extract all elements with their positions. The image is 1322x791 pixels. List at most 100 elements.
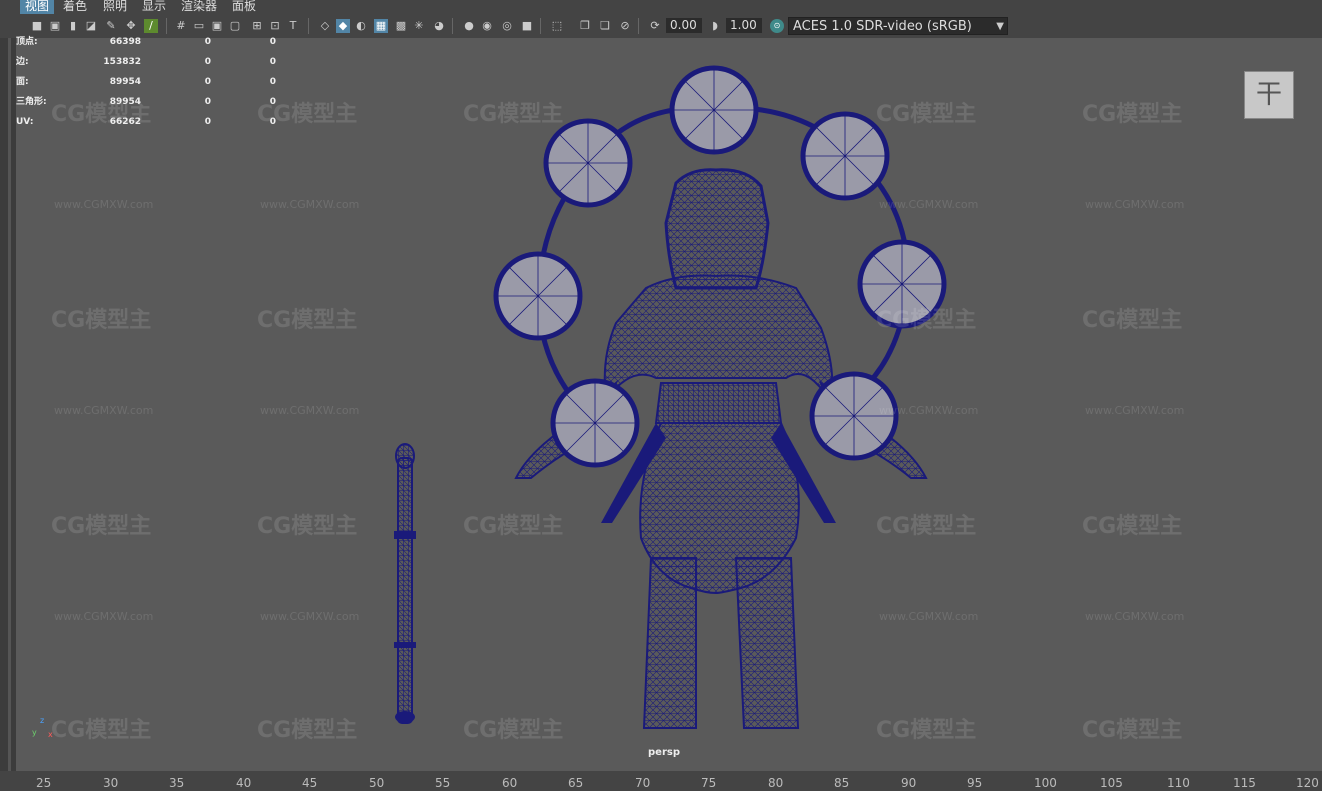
chevron-down-icon: ▼ (996, 21, 1004, 32)
ruler-tick: 120 (1296, 776, 1319, 790)
watermark-url: www.CGMXW.com (260, 198, 360, 211)
default-material-icon[interactable]: ◐ (354, 19, 368, 33)
watermark-logo: CG模型主 (876, 514, 977, 539)
xray-icon[interactable]: ▩ (394, 19, 408, 33)
wireframe-on-shaded-icon[interactable]: ▦ (374, 19, 388, 33)
axis-x-label: x (48, 730, 53, 739)
view-cube[interactable]: 干 (1244, 71, 1294, 119)
menu-view[interactable]: 视图 (20, 0, 55, 14)
watermark-logo: CG模型主 (463, 102, 564, 127)
ruler-tick: 45 (302, 776, 318, 790)
watermark-url: www.CGMXW.com (1085, 404, 1185, 417)
grid-icon[interactable]: # (174, 19, 188, 33)
ruler-tick: 65 (568, 776, 584, 790)
xray-joints-icon[interactable]: ❐ (578, 19, 592, 33)
staff-mesh (394, 443, 416, 724)
exposure-field[interactable]: 0.00 (666, 18, 702, 33)
time-slider-ruler[interactable]: 25 30 35 40 45 50 55 60 65 70 75 80 85 9… (0, 771, 1322, 791)
hud-value: 0 (269, 77, 276, 87)
menu-renderer[interactable]: 渲染器 (176, 0, 222, 14)
watermark-logo: CG模型主 (257, 514, 358, 539)
xray-active-icon[interactable]: ❏ (598, 19, 612, 33)
hud-label: 边: (16, 57, 29, 67)
hud-value: 0 (269, 37, 276, 47)
ruler-tick: 30 (103, 776, 119, 790)
ruler-tick: 90 (901, 776, 917, 790)
safe-title-icon[interactable]: T (286, 19, 300, 33)
separator (166, 18, 167, 34)
hud-value: 66398 (109, 37, 141, 47)
gamma-field[interactable]: 1.00 (726, 18, 762, 33)
ruler-tick: 80 (768, 776, 784, 790)
watermark-logo: CG模型主 (257, 718, 358, 743)
color-management-icon[interactable]: ⊙ (770, 19, 784, 33)
field-chart-icon[interactable]: ⊞ (250, 19, 264, 33)
watermark-url: www.CGMXW.com (54, 198, 154, 211)
hud-value: 0 (204, 37, 211, 47)
menu-show[interactable]: 显示 (137, 0, 171, 14)
ruler-tick: 110 (1167, 776, 1190, 790)
hud-label: UV: (16, 117, 34, 127)
menu-lighting[interactable]: 照明 (98, 0, 132, 14)
watermark-logo: CG模型主 (1082, 308, 1183, 333)
hud-value: 89954 (109, 97, 141, 107)
separator (540, 18, 541, 34)
ruler-tick: 35 (169, 776, 185, 790)
watermark-url: www.CGMXW.com (879, 610, 979, 623)
camera-name-label: persp (648, 747, 680, 758)
separator (452, 18, 453, 34)
grease-pencil-active-icon[interactable]: / (144, 19, 158, 33)
depth-of-field-icon[interactable]: ■ (520, 19, 534, 33)
exposure-icon[interactable]: ⟳ (648, 19, 662, 33)
grease-pencil-icon[interactable]: ✎ (104, 19, 118, 33)
left-panel-strip (0, 38, 16, 771)
hud-value: 89954 (109, 77, 141, 87)
film-gate-icon[interactable]: ▭ (192, 19, 206, 33)
scrollbar[interactable] (8, 38, 11, 771)
watermark-logo: CG模型主 (1082, 514, 1183, 539)
watermark-url: www.CGMXW.com (260, 404, 360, 417)
watermark-logo: CG模型主 (1082, 718, 1183, 743)
watermark-url: www.CGMXW.com (879, 404, 979, 417)
ruler-tick: 25 (36, 776, 52, 790)
hud-value: 0 (204, 57, 211, 67)
hud-value: 0 (269, 57, 276, 67)
image-plane-icon[interactable]: ◪ (84, 19, 98, 33)
watermark-url: www.CGMXW.com (260, 610, 360, 623)
bookmark-icon[interactable]: ▮ (66, 19, 80, 33)
2d-pan-zoom-icon[interactable]: ✥ (124, 19, 138, 33)
isolate-select-icon[interactable]: ⬚ (550, 19, 564, 33)
ruler-tick: 95 (967, 776, 983, 790)
resolution-gate-icon[interactable]: ▣ (210, 19, 224, 33)
separator (308, 18, 309, 34)
gamma-icon[interactable]: ◗ (708, 19, 722, 33)
color-space-value: ACES 1.0 SDR-video (sRGB) (793, 19, 972, 34)
hud-label: 顶点: (16, 37, 38, 47)
menu-bar: 视图 着色 照明 显示 渲染器 面板 (0, 0, 1322, 14)
ruler-tick: 50 (369, 776, 385, 790)
ruler-tick: 40 (236, 776, 252, 790)
menu-shading[interactable]: 着色 (58, 0, 92, 14)
hud-value: 0 (204, 117, 211, 127)
antialias-icon[interactable]: ◎ (500, 19, 514, 33)
watermark-url: www.CGMXW.com (54, 610, 154, 623)
watermark-logo: CG模型主 (876, 102, 977, 127)
use-lights-icon[interactable]: ✳ (412, 19, 426, 33)
viewport-persp[interactable]: CG模型主 CG模型主 CG模型主 CG模型主 CG模型主 www.CGMXW.… (16, 38, 1322, 771)
motion-blur-icon[interactable]: ◉ (480, 19, 494, 33)
hud-value: 0 (204, 97, 211, 107)
gate-mask-icon[interactable]: ▢ (228, 19, 242, 33)
watermark-logo: CG模型主 (876, 308, 977, 333)
screen-space-ao-icon[interactable]: ● (462, 19, 476, 33)
smooth-shade-icon[interactable]: ◆ (336, 19, 350, 33)
safe-action-icon[interactable]: ⊡ (268, 19, 282, 33)
watermark-logo: CG模型主 (257, 308, 358, 333)
frame-all-icon[interactable]: ⊘ (618, 19, 632, 33)
wireframe-icon[interactable]: ◇ (318, 19, 332, 33)
camera-attributes-icon[interactable]: ▣ (48, 19, 62, 33)
ruler-tick: 100 (1034, 776, 1057, 790)
camera-icon[interactable]: ■ (30, 19, 44, 33)
menu-panels[interactable]: 面板 (227, 0, 261, 14)
color-space-select[interactable]: ACES 1.0 SDR-video (sRGB) ▼ (788, 17, 1008, 35)
shadows-icon[interactable]: ◕ (432, 19, 446, 33)
